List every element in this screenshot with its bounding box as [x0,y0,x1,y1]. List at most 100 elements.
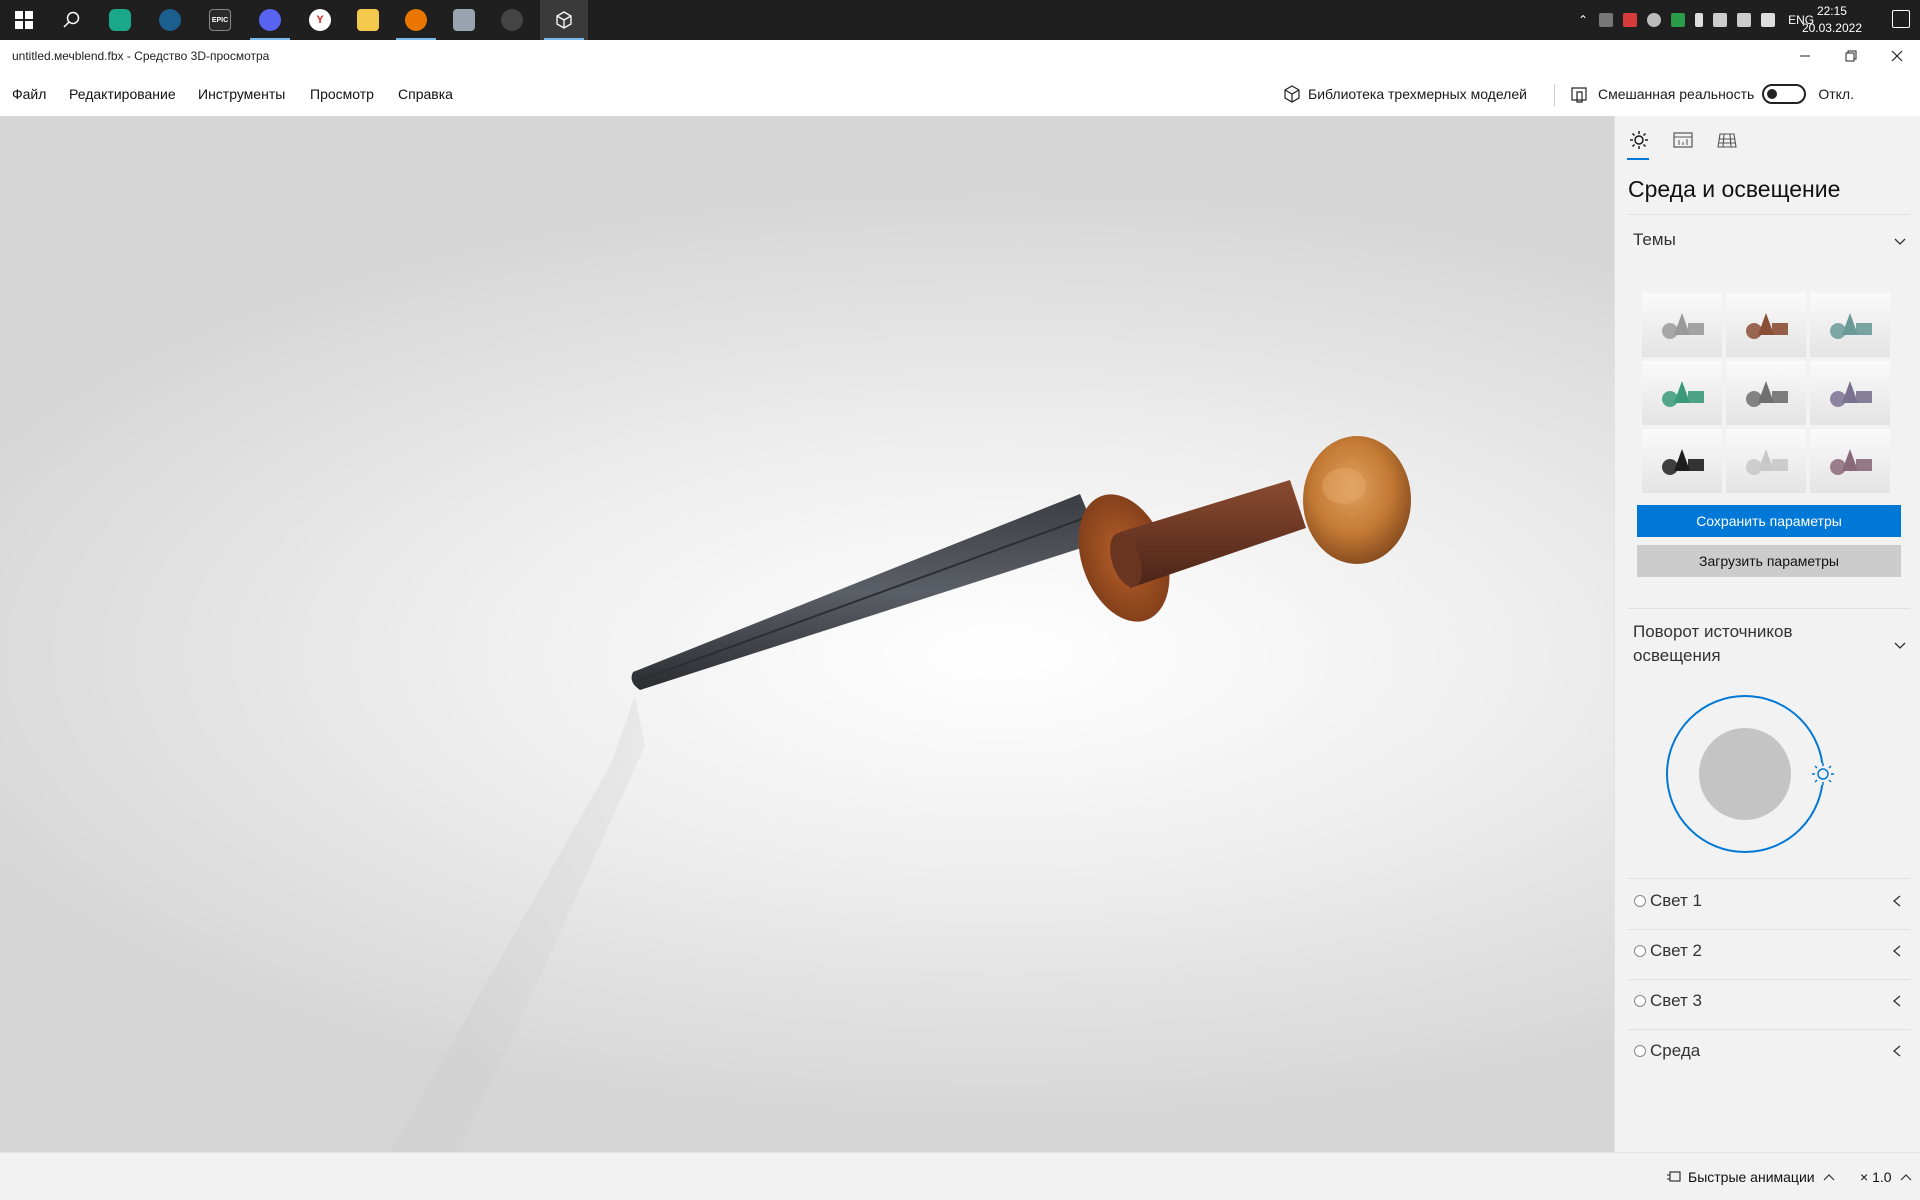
sword-shadow [390,696,645,1152]
chevron-down-icon[interactable] [1894,640,1906,652]
menu-bar: Файл Редактирование Инструменты Просмотр… [0,72,1920,116]
sun-icon [1630,131,1648,149]
environment-panel: Среда и освещение Темы Сохранить парамет… [1614,116,1920,1152]
light-1-radio[interactable] [1634,895,1646,907]
taskbar-photos[interactable] [440,0,488,40]
3d-library-label: Библиотека трехмерных моделей [1308,86,1527,102]
chevron-left-icon [1892,1045,1901,1057]
tab-stats[interactable] [1671,128,1695,152]
3d-library-button[interactable]: Библиотека трехмерных моделей [1282,84,1527,104]
environment-radio[interactable] [1634,1045,1646,1057]
theme-teal[interactable] [1810,293,1890,357]
steam-icon [159,9,181,31]
hex-app-icon [109,9,131,31]
restore-button[interactable] [1828,40,1874,72]
microphone-icon[interactable] [1695,13,1704,27]
menu-edit[interactable]: Редактирование [69,86,176,102]
taskbar: EPIC Y ⌃ ENG 22:15 20.03.2022 [0,0,1920,40]
chevron-up-icon[interactable]: ⌃ [1578,13,1588,27]
yandex-browser-icon: Y [309,9,331,31]
theme-green[interactable] [1642,361,1722,425]
taskbar-blender[interactable] [392,0,440,40]
red-app-icon[interactable] [1623,13,1638,27]
light-1-label: Свет 1 [1650,891,1702,910]
divider [1628,608,1910,609]
divider [1628,878,1910,879]
animation-icon [1667,1171,1681,1182]
theme-warm[interactable] [1726,293,1806,357]
light-row-2[interactable]: Свет 2 [1628,930,1910,980]
network-icon[interactable] [1599,13,1614,27]
themes-header[interactable]: Темы [1633,230,1676,250]
light-rotation-header[interactable]: Поворот источников освещения [1633,620,1793,668]
cube-library-icon [1284,85,1300,103]
menu-separator [1554,84,1555,106]
taskbar-yandex[interactable]: Y [296,0,344,40]
status-bar: Быстрые анимации × 1.0 [0,1152,1920,1200]
speaker-icon[interactable] [1761,13,1776,27]
cube-icon [556,11,572,29]
menu-tools[interactable]: Инструменты [198,86,285,102]
clock-time: 22:15 [1816,4,1847,18]
tab-grid[interactable] [1715,128,1739,152]
notifications-icon[interactable] [1892,10,1910,28]
sword-model[interactable] [0,116,1614,1152]
chevron-left-icon [1892,895,1901,907]
environment-row[interactable]: Среда [1628,1030,1910,1080]
speed-control[interactable]: × 1.0 [1860,1169,1912,1185]
blender-icon [405,9,427,31]
quick-animations-label: Быстрые анимации [1688,1169,1815,1185]
close-button[interactable] [1874,40,1920,72]
taskbar-steam[interactable] [146,0,194,40]
taskbar-3d-viewer[interactable] [540,0,588,40]
menu-help[interactable]: Справка [398,86,453,102]
menu-file[interactable]: Файл [12,86,46,102]
light-rotation-dial[interactable] [1665,692,1865,872]
discord-icon [259,9,281,31]
theme-neutral[interactable] [1642,293,1722,357]
taskbar-discord[interactable] [246,0,294,40]
display-icon[interactable] [1737,13,1752,27]
mixed-reality-label: Смешанная реальность [1598,86,1755,102]
theme-sunset[interactable] [1810,429,1890,493]
search-button[interactable] [48,0,96,40]
sword-grip [1120,480,1306,588]
minimize-button[interactable] [1782,40,1828,72]
light-handle-sun-icon[interactable] [1812,763,1834,785]
blade-fuller [639,515,1091,681]
taskbar-epic-games[interactable]: EPIC [196,0,244,40]
light-2-radio[interactable] [1634,945,1646,957]
tab-environment[interactable] [1627,128,1651,152]
theme-purple[interactable] [1810,361,1890,425]
clock[interactable]: 22:15 20.03.2022 [1802,3,1862,37]
light-rotation-label-line2: освещения [1633,646,1721,665]
mixed-reality-toggle[interactable] [1762,84,1807,104]
battery-icon[interactable] [1713,13,1728,27]
taskbar-settings[interactable] [488,0,536,40]
window-title: untitled.мечblend.fbx - Средство 3D-прос… [12,49,270,63]
cloud-icon[interactable] [1647,13,1662,27]
restore-icon [1845,50,1857,62]
quick-animations-button[interactable]: Быстрые анимации [1666,1169,1835,1185]
chevron-left-icon [1892,945,1901,957]
3d-viewport[interactable] [0,116,1614,1152]
load-settings-button[interactable]: Загрузить параметры [1637,545,1901,577]
save-settings-button[interactable]: Сохранить параметры [1637,505,1901,537]
windows-start-button[interactable] [0,0,48,40]
menu-view[interactable]: Просмотр [310,86,374,102]
theme-light[interactable] [1726,429,1806,493]
folder-icon [357,9,379,31]
chevron-down-icon[interactable] [1894,236,1906,248]
search-icon [63,11,80,28]
light-row-1[interactable]: Свет 1 [1628,880,1910,930]
taskbar-app-hex[interactable] [96,0,144,40]
theme-gray[interactable] [1726,361,1806,425]
title-bar: untitled.мечblend.fbx - Средство 3D-прос… [0,40,1920,72]
shield-icon[interactable] [1671,13,1686,27]
minimize-icon [1800,55,1810,57]
taskbar-explorer[interactable] [344,0,392,40]
theme-dark[interactable] [1642,429,1722,493]
light-2-label: Свет 2 [1650,941,1702,960]
light-row-3[interactable]: Свет 3 [1628,980,1910,1030]
light-3-radio[interactable] [1634,995,1646,1007]
